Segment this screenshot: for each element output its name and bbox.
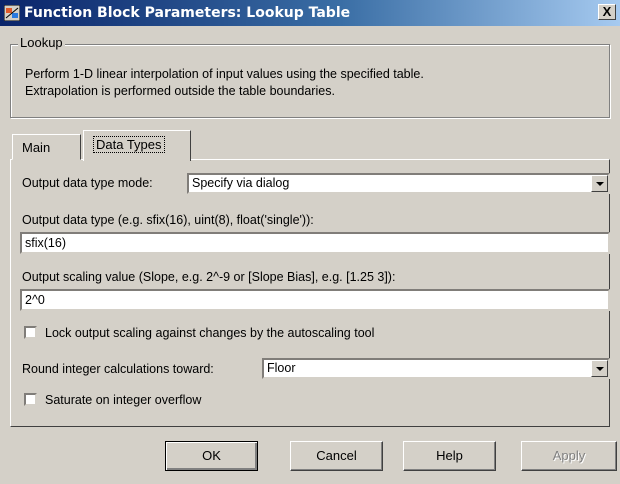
- close-button[interactable]: X: [598, 4, 616, 20]
- title-bar: Function Block Parameters: Lookup Table …: [0, 0, 620, 26]
- round-value: Floor: [267, 361, 296, 375]
- block-description: Perform 1-D linear interpolation of inpu…: [25, 66, 424, 100]
- cancel-button-label: Cancel: [316, 448, 357, 463]
- output-mode-value: Specify via dialog: [192, 176, 290, 190]
- scaling-label: Output scaling value (Slope, e.g. 2^-9 o…: [22, 270, 396, 284]
- help-button[interactable]: Help: [403, 441, 496, 471]
- lock-scaling-checkbox[interactable]: [24, 326, 37, 339]
- lock-scaling-label: Lock output scaling against changes by t…: [45, 326, 375, 340]
- cancel-button[interactable]: Cancel: [290, 441, 383, 471]
- lock-scaling-row[interactable]: Lock output scaling against changes by t…: [24, 326, 374, 340]
- description-line-2: Extrapolation is performed outside the t…: [25, 84, 335, 98]
- scaling-input[interactable]: 2^0: [20, 289, 610, 311]
- saturate-label: Saturate on integer overflow: [45, 393, 202, 407]
- apply-button[interactable]: Apply: [521, 441, 617, 471]
- chevron-down-icon[interactable]: [591, 360, 608, 377]
- window-title: Function Block Parameters: Lookup Table: [24, 5, 351, 21]
- round-label: Round integer calculations toward:: [22, 362, 214, 376]
- saturate-row[interactable]: Saturate on integer overflow: [24, 393, 201, 407]
- round-select[interactable]: Floor: [262, 358, 610, 379]
- close-icon: X: [602, 4, 612, 19]
- tab-main[interactable]: Main: [12, 134, 81, 160]
- saturate-checkbox[interactable]: [24, 393, 37, 406]
- tab-data-types-label: Data Types: [93, 136, 165, 153]
- description-line-1: Perform 1-D linear interpolation of inpu…: [25, 67, 424, 81]
- ok-button[interactable]: OK: [165, 441, 258, 471]
- output-type-label: Output data type (e.g. sfix(16), uint(8)…: [22, 213, 314, 227]
- lookup-group-title: Lookup: [18, 35, 65, 50]
- output-mode-label: Output data type mode:: [22, 176, 153, 190]
- tab-data-types[interactable]: Data Types: [83, 130, 191, 161]
- apply-button-label: Apply: [552, 448, 586, 463]
- output-mode-select[interactable]: Specify via dialog: [187, 173, 610, 194]
- simulink-block-icon: [4, 5, 20, 21]
- help-button-label: Help: [436, 448, 463, 463]
- chevron-down-icon[interactable]: [591, 175, 608, 192]
- output-type-input[interactable]: sfix(16): [20, 232, 610, 254]
- ok-button-label: OK: [202, 448, 221, 463]
